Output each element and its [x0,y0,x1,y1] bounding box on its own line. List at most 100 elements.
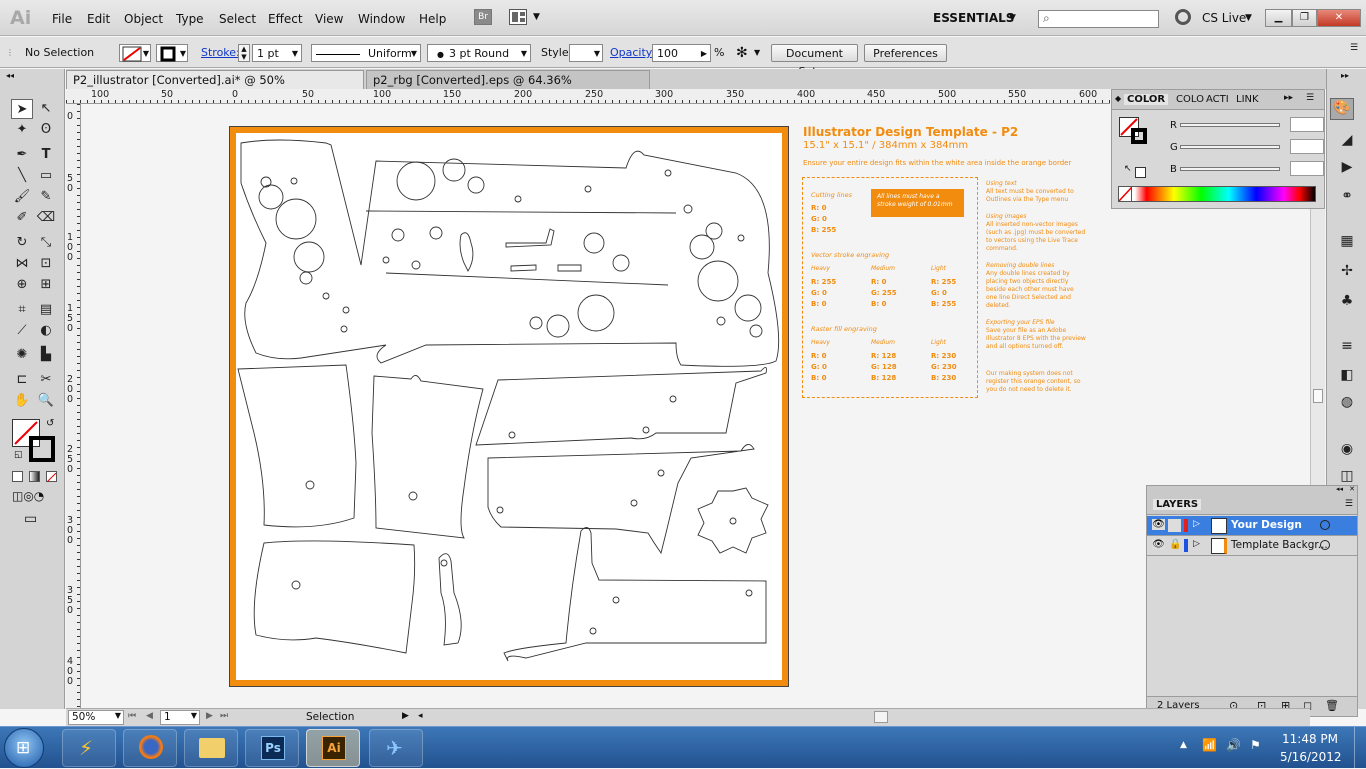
horizontal-scroll-thumb[interactable] [874,711,888,723]
menu-type[interactable]: Type [176,12,204,26]
stroke-color-icon[interactable] [29,436,55,462]
zoom-level[interactable]: 50% ▼ [68,710,124,725]
expand-triangle-icon[interactable]: ▷ [1193,519,1200,529]
blend-tool-icon[interactable]: ◐ [35,321,57,341]
input-r[interactable] [1290,117,1324,132]
type-tool-icon[interactable]: T [35,145,57,165]
taskbar-photoshop[interactable]: Ps [245,729,299,767]
chevron-down-icon[interactable]: ▼ [1245,13,1252,23]
lock-icon[interactable]: 🔒 [1169,539,1181,550]
graphic-style-picker[interactable]: ▼ [569,44,603,62]
collapse-panel-icon[interactable]: ◂◂ [1336,485,1343,493]
cslive-menu[interactable]: CS Live [1202,11,1246,25]
hand-tool-icon[interactable]: ✋ [11,391,33,411]
transparency-icon[interactable]: ◍ [1338,393,1356,411]
layer-name[interactable]: Your Design [1231,519,1302,531]
show-hidden-icons[interactable]: ▲ [1180,740,1187,750]
start-button[interactable]: ⊞ [4,728,44,768]
free-transform-tool-icon[interactable]: ⊡ [35,254,57,274]
slider-g[interactable] [1180,145,1280,149]
opacity-field[interactable]: 100 ▶ [652,44,711,62]
eyedropper-tool-icon[interactable]: ⟋ [11,321,33,341]
brush-definition[interactable]: ● 3 pt Round ▼ [427,44,531,62]
eye-icon[interactable]: 👁 [1152,539,1165,550]
input-g[interactable] [1290,139,1324,154]
menu-help[interactable]: Help [419,12,446,26]
links-icon[interactable]: ⚭ [1338,187,1356,205]
scrollbar-thumb[interactable] [1313,389,1323,403]
tab-color[interactable]: COLOR [1124,94,1169,105]
menu-select[interactable]: Select [219,12,256,26]
volume-icon[interactable]: 🔊 [1226,738,1241,752]
collapse-toolbox-icon[interactable]: ◂◂ [6,71,14,80]
chevron-down-icon[interactable]: ▼ [754,44,760,62]
tab-color-guide[interactable]: COLO [1176,94,1204,105]
mesh-tool-icon[interactable]: ⌗ [11,300,33,320]
color-guide-icon[interactable]: ◢ [1338,131,1356,149]
menu-edit[interactable]: Edit [87,12,110,26]
opacity-panel-link[interactable]: Opacity: [610,44,655,62]
control-panel-menu-icon[interactable]: ☰ [1350,39,1358,57]
menu-file[interactable]: File [52,12,72,26]
magic-wand-tool-icon[interactable]: ✦ [11,120,33,140]
stroke-stepper[interactable]: ▲ ▼ [238,44,250,62]
maximize-button[interactable]: ❐ [1292,9,1317,27]
taskbar-firefox[interactable] [123,729,177,767]
bridge-button[interactable]: Br [474,9,492,25]
eye-icon[interactable]: 👁 [1152,519,1165,530]
column-graph-tool-icon[interactable]: ▙ [35,345,57,365]
target-icon[interactable] [1320,520,1330,530]
default-colors-icon[interactable]: ◱ [14,450,23,460]
gradient-tool-icon[interactable]: ▤ [35,300,57,320]
chevron-down-icon[interactable]: ▼ [533,12,540,22]
taskbar-illustrator[interactable]: Ai [306,729,360,767]
none-swatch-icon[interactable] [1118,186,1133,202]
rotate-tool-icon[interactable]: ↻ [11,233,33,253]
eraser-tool-icon[interactable]: ⌫ [35,208,57,228]
appearance-icon[interactable]: ◉ [1338,440,1356,458]
preferences-button[interactable]: Preferences [864,44,947,62]
lasso-tool-icon[interactable]: ʘ [35,120,57,140]
layer-row[interactable]: 👁 🔒 ▷ Template Backgr... [1147,536,1357,556]
none-mode-icon[interactable] [46,471,57,483]
tab-actions[interactable]: ACTI [1206,94,1229,105]
lock-toggle[interactable] [1168,519,1181,532]
panel-menu-icon[interactable]: ☰ [1306,93,1314,103]
chevron-down-icon[interactable]: ▼ [1009,13,1016,23]
out-of-gamut-icon[interactable]: ↖ [1124,164,1132,174]
brushes-icon[interactable]: ✢ [1338,262,1356,280]
next-artboard-icon[interactable]: ▶ [206,711,213,721]
expand-dock-icon[interactable]: ▸▸ [1341,71,1349,80]
menu-view[interactable]: View [315,12,343,26]
stroke-weight-field[interactable]: 1 pt ▼ [252,44,302,62]
symbol-sprayer-tool-icon[interactable]: ✺ [11,345,33,365]
close-button[interactable]: ✕ [1317,9,1361,27]
clock-date[interactable]: 5/16/2012 [1280,750,1342,764]
color-panel-icon[interactable]: 🎨 [1330,98,1354,120]
line-tool-icon[interactable]: ╲ [11,166,33,186]
blob-brush-tool-icon[interactable]: ✐ [11,208,33,228]
graphic-styles-icon[interactable]: ◫ [1338,467,1356,485]
document-tab[interactable]: p2_rbg [Converted].eps @ 64.36% (RGB/Pre… [366,70,650,105]
gradient-icon[interactable]: ◧ [1338,366,1356,384]
variable-width-profile[interactable]: Uniform ▼ [311,44,421,62]
arrange-documents-icon[interactable] [509,9,527,25]
color-mode-icon[interactable] [12,471,23,482]
last-artboard-icon[interactable]: ⏭ [220,711,228,721]
workspace-switcher[interactable]: ESSENTIALS [933,11,1014,25]
expand-panel-icon[interactable]: ▸▸ [1284,93,1293,103]
action-center-icon[interactable]: ⚑ [1250,738,1261,752]
swatches-icon[interactable]: ▦ [1338,232,1356,250]
taskbar-app-launcher[interactable]: ⚡ [62,729,116,767]
cut-parts-drawing[interactable] [236,133,782,680]
stroke-color-icon[interactable] [1131,128,1147,144]
paintbrush-tool-icon[interactable]: 🖌 [11,187,33,207]
artboard[interactable] [229,126,789,687]
perspective-grid-tool-icon[interactable]: ⊞ [35,275,57,295]
swap-colors-icon[interactable]: ↺ [46,418,54,429]
scroll-left-icon[interactable]: ◂ [418,711,423,721]
stroke-panel-link[interactable]: Stroke: [201,44,240,62]
document-tab-active[interactable]: P2_illustrator [Converted].ai* @ 50% (RG… [66,70,364,105]
draw-mode-icon[interactable]: ◫◎◔ [12,489,44,503]
pen-tool-icon[interactable]: ✒ [11,145,33,165]
